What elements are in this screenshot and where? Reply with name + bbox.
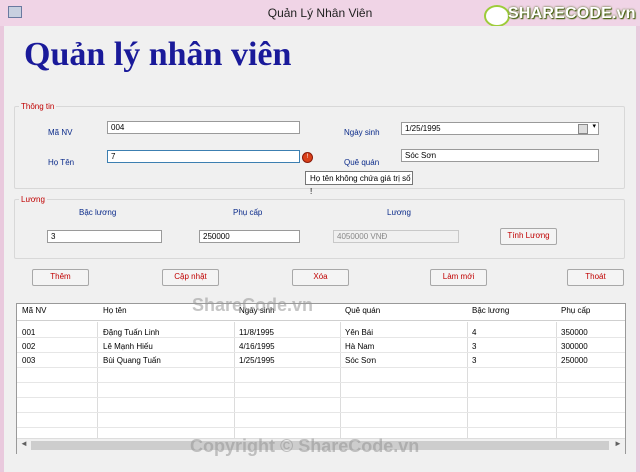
ngay-sinh-label: Ngày sinh [344,128,380,137]
column-header-ho-ten[interactable]: Họ tên [103,306,127,315]
table-cell-ma-nv[interactable]: 002 [22,342,35,351]
error-tooltip: Họ tên không chứa giá trị số ! [305,171,413,196]
calendar-icon[interactable] [578,124,588,134]
table-cell-bac-luong[interactable]: 3 [472,356,476,365]
grid-column-divider [467,322,468,438]
watermark-middle: ShareCode.vn [192,295,314,315]
chevron-down-icon[interactable]: ▾ [592,123,596,131]
employee-grid[interactable] [16,303,626,454]
watermark-bottom: Copyright © ShareCode.vn [190,436,420,456]
sharecode-logo-text: SHARECODE.vn [508,5,636,22]
ngay-sinh-datepicker[interactable]: 1/25/1995 ▾ [401,122,599,135]
grid-row-divider [17,397,625,398]
exit-button[interactable]: Thoát [567,269,624,286]
table-cell-ngay-sinh[interactable]: 11/8/1995 [239,328,274,337]
column-header-phu-cap[interactable]: Phụ cấp [561,306,590,315]
grid-row-divider [17,427,625,428]
phu-cap-input[interactable]: 250000 [199,230,300,243]
table-cell-ma-nv[interactable]: 001 [22,328,35,337]
column-header-bac-luong[interactable]: Bậc lương [472,306,509,315]
table-cell-ngay-sinh[interactable]: 1/25/1995 [239,356,275,365]
table-cell-ho-ten[interactable]: Đặng Tuấn Linh [103,328,160,337]
grid-column-divider [234,322,235,438]
phu-cap-label: Phụ cấp [233,208,263,217]
refresh-button[interactable]: Làm mới [430,269,487,286]
app-title: Quản lý nhân viên [24,36,292,73]
table-cell-que-quan[interactable]: Yên Bái [345,328,373,337]
table-cell-que-quan[interactable]: Hà Nam [345,342,374,351]
bac-luong-input[interactable]: 3 [47,230,162,243]
table-cell-phu-cap[interactable]: 250000 [561,356,588,365]
table-cell-ho-ten[interactable]: Lê Mạnh Hiếu [103,342,153,351]
que-quan-label: Quê quán [344,158,380,167]
grid-column-divider [97,322,98,438]
grid-row-divider [17,352,625,353]
scroll-right-icon[interactable]: ► [614,439,622,448]
table-cell-phu-cap[interactable]: 350000 [561,328,588,337]
table-cell-bac-luong[interactable]: 3 [472,342,476,351]
delete-button[interactable]: Xóa [292,269,349,286]
bac-luong-label: Bậc lương [79,208,117,217]
que-quan-input[interactable]: Sóc Sơn [401,149,599,162]
grid-column-divider [556,322,557,438]
table-cell-ho-ten[interactable]: Bùi Quang Tuấn [103,356,161,365]
error-icon: ! [302,152,313,163]
add-button[interactable]: Thêm [32,269,89,286]
grid-header-divider [17,320,625,321]
table-cell-que-quan[interactable]: Sóc Sơn [345,356,376,365]
scroll-left-icon[interactable]: ◄ [20,439,28,448]
luong-output: 4050000 VNĐ [333,230,459,243]
table-cell-bac-luong[interactable]: 4 [472,328,476,337]
grid-row-divider [17,367,625,368]
grid-column-divider [340,322,341,438]
column-header-ma-nv[interactable]: Mã NV [22,306,46,315]
table-cell-ma-nv[interactable]: 003 [22,356,35,365]
ho-ten-label: Họ Tên [48,158,75,167]
calculate-salary-button[interactable]: Tính Lương [500,228,557,245]
ho-ten-input[interactable]: 7 [107,150,300,163]
ngay-sinh-value: 1/25/1995 [405,124,441,133]
info-group-label: Thông tin [19,102,57,111]
sharecode-logo-icon [484,5,510,27]
grid-row-divider [17,382,625,383]
grid-row-divider [17,337,625,338]
update-button[interactable]: Cập nhật [162,269,219,286]
column-header-que-quan[interactable]: Quê quán [345,306,380,315]
grid-row-divider [17,412,625,413]
table-cell-ngay-sinh[interactable]: 4/16/1995 [239,342,275,351]
ma-nv-label: Mã NV [48,128,73,137]
salary-group-label: Lương [19,195,47,204]
table-cell-phu-cap[interactable]: 300000 [561,342,588,351]
luong-label: Lương [387,208,411,217]
ma-nv-input[interactable]: 004 [107,121,300,134]
